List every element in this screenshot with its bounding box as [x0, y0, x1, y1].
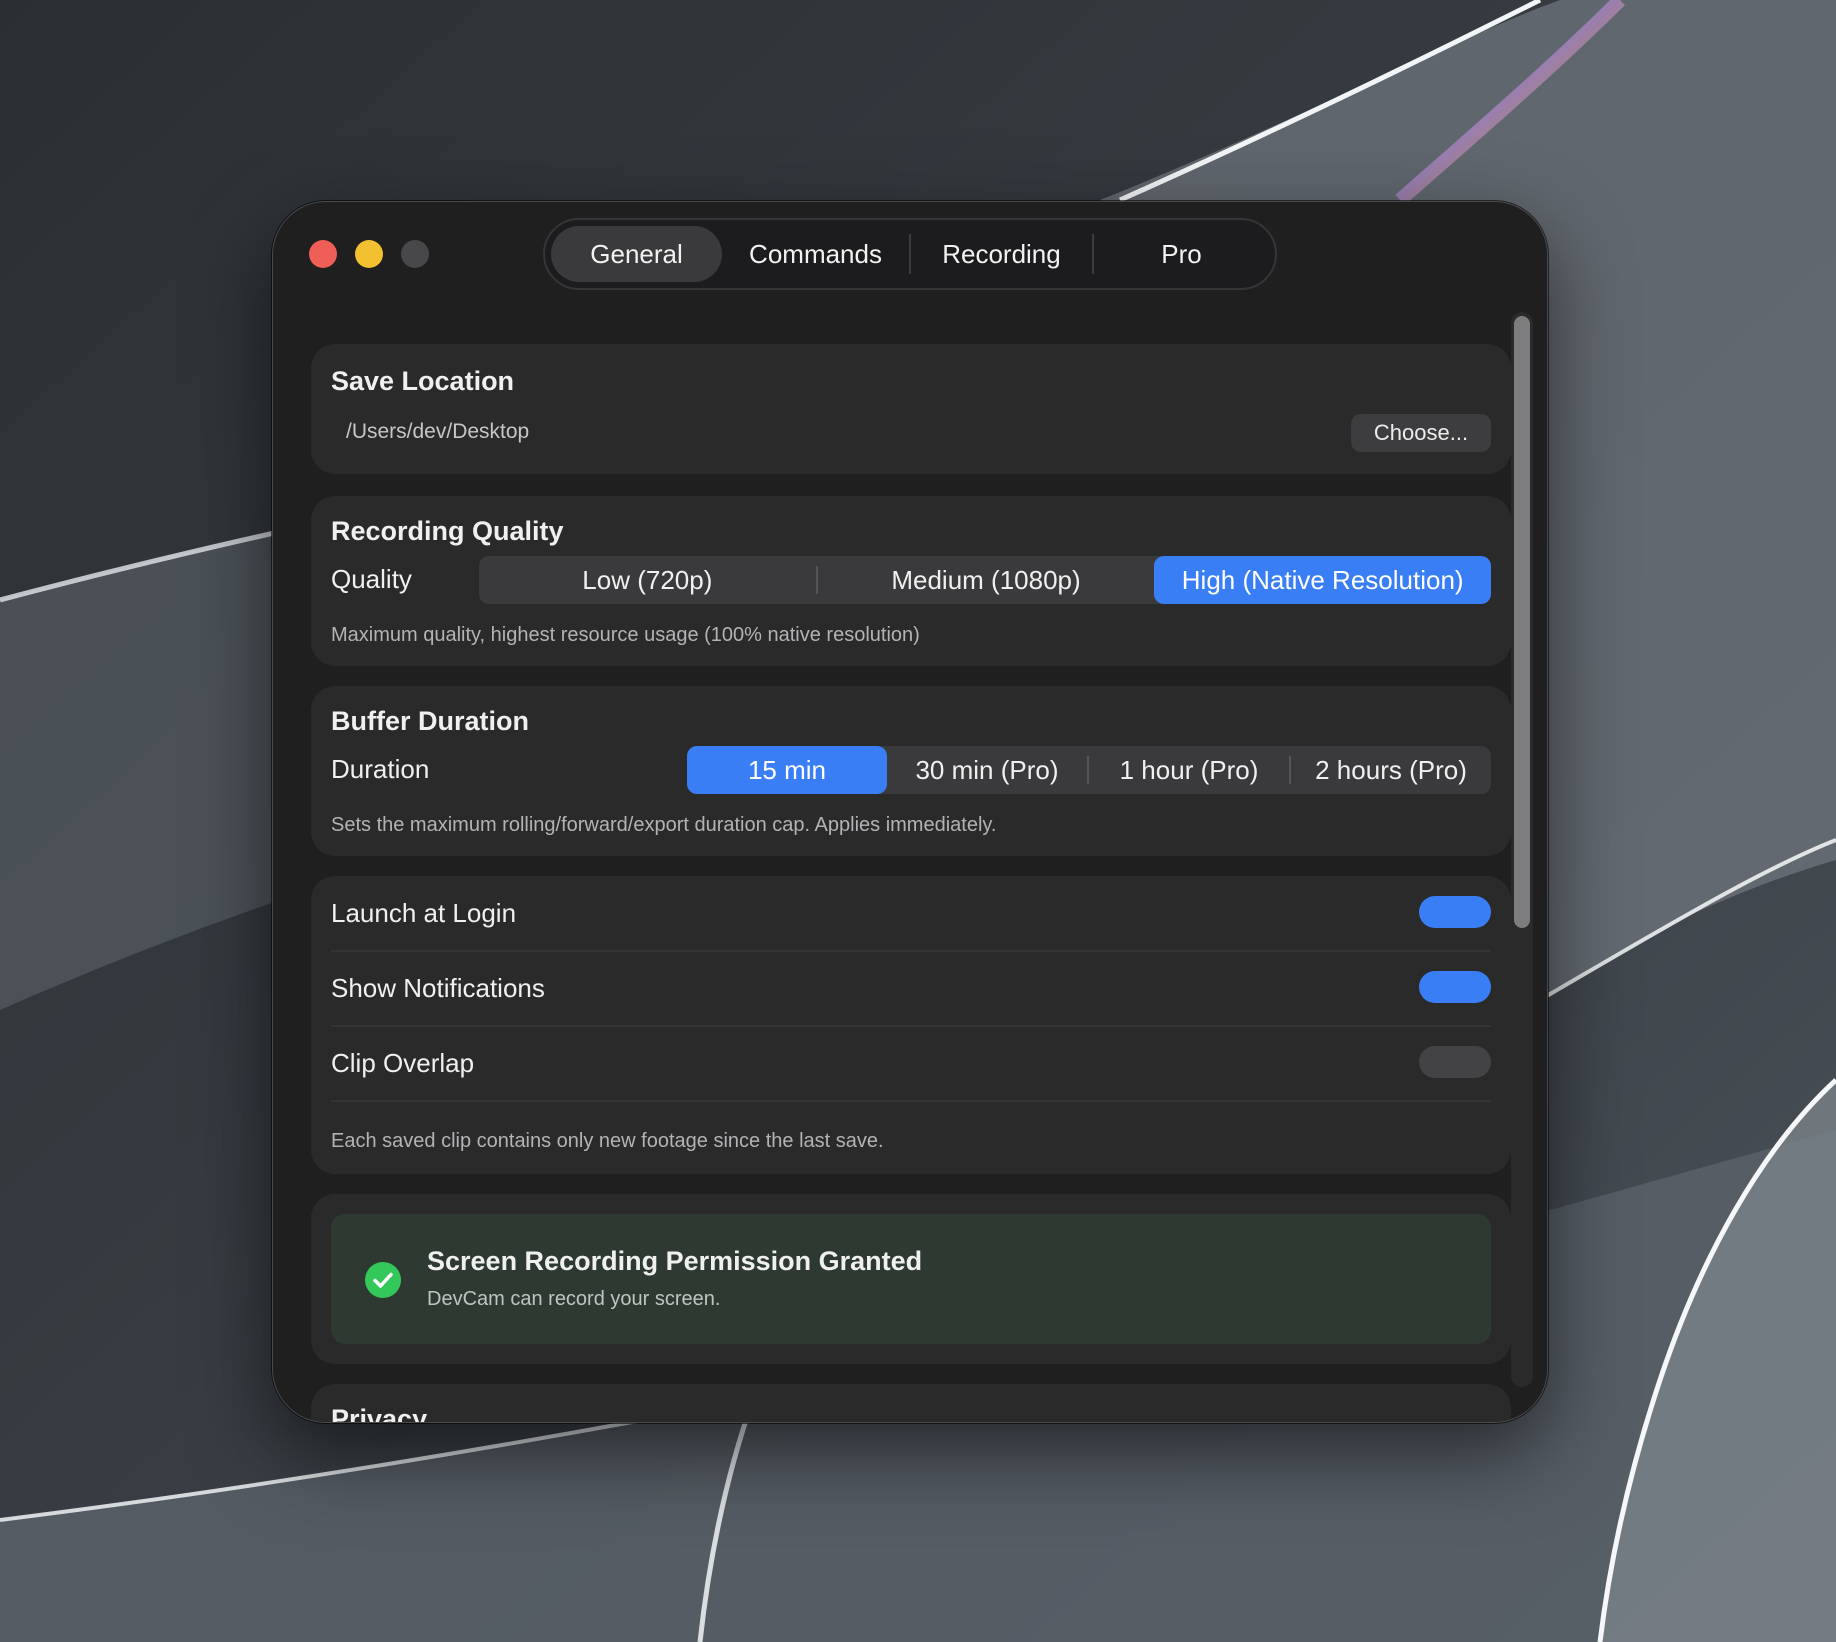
save-location-title: Save Location — [331, 366, 515, 396]
tab-pro[interactable]: Pro — [1094, 226, 1269, 282]
general-toggles-card: Launch at Login Show Notifications Clip … — [311, 876, 1511, 1174]
buffer-duration-card: Buffer Duration Duration 15 min 30 min (… — [311, 686, 1511, 856]
duration-option-1hour[interactable]: 1 hour (Pro) — [1089, 746, 1289, 794]
close-window-button[interactable] — [309, 240, 337, 268]
scrollbar-thumb[interactable] — [1514, 316, 1530, 928]
choose-folder-button[interactable]: Choose... — [1351, 414, 1491, 452]
window-controls — [309, 240, 429, 268]
row-divider — [331, 1025, 1491, 1027]
show-notifications-label: Show Notifications — [331, 973, 545, 1003]
duration-option-15min[interactable]: 15 min — [687, 746, 887, 794]
permission-title: Screen Recording Permission Granted — [427, 1246, 923, 1276]
save-location-card: Save Location /Users/dev/Desktop Choose.… — [311, 344, 1511, 474]
launch-at-login-label: Launch at Login — [331, 898, 517, 928]
tab-recording[interactable]: Recording — [911, 226, 1092, 282]
checkmark-circle-icon — [365, 1262, 401, 1298]
settings-window: General Commands Recording Pro Save Loca… — [272, 201, 1548, 1423]
clip-overlap-toggle[interactable] — [1419, 1046, 1491, 1078]
permission-subtitle: DevCam can record your screen. — [427, 1288, 721, 1310]
quality-option-low[interactable]: Low (720p) — [479, 556, 816, 604]
duration-label: Duration — [331, 754, 430, 784]
tab-commands[interactable]: Commands — [722, 226, 909, 282]
permission-status-banner: Screen Recording Permission Granted DevC… — [331, 1214, 1491, 1344]
duration-option-2hours[interactable]: 2 hours (Pro) — [1291, 746, 1491, 794]
minimize-window-button[interactable] — [355, 240, 383, 268]
show-notifications-toggle[interactable] — [1419, 971, 1491, 1003]
launch-at-login-toggle[interactable] — [1419, 896, 1491, 928]
recording-quality-title: Recording Quality — [331, 516, 564, 546]
save-location-path: /Users/dev/Desktop — [346, 420, 530, 443]
tab-bar: General Commands Recording Pro — [543, 218, 1277, 290]
buffer-duration-title: Buffer Duration — [331, 706, 529, 736]
privacy-title: Privacy — [331, 1404, 428, 1423]
quality-segmented-control: Low (720p) Medium (1080p) High (Native R… — [479, 556, 1492, 604]
quality-option-high[interactable]: High (Native Resolution) — [1154, 556, 1492, 604]
recording-quality-card: Recording Quality Quality Low (720p) Med… — [311, 496, 1511, 666]
row-divider — [331, 950, 1491, 952]
tab-general[interactable]: General — [551, 226, 723, 282]
quality-label: Quality — [331, 564, 412, 594]
zoom-window-button[interactable] — [401, 240, 429, 268]
quality-caption: Maximum quality, highest resource usage … — [331, 624, 920, 646]
privacy-card: Privacy — [311, 1384, 1511, 1423]
duration-caption: Sets the maximum rolling/forward/export … — [331, 814, 997, 836]
clip-overlap-label: Clip Overlap — [331, 1048, 475, 1078]
permission-card: Screen Recording Permission Granted DevC… — [311, 1194, 1511, 1364]
row-divider — [331, 1100, 1491, 1102]
duration-segmented-control: 15 min 30 min (Pro) 1 hour (Pro) 2 hours… — [687, 746, 1491, 794]
duration-option-30min[interactable]: 30 min (Pro) — [887, 746, 1087, 794]
clip-overlap-caption: Each saved clip contains only new footag… — [331, 1130, 884, 1152]
vertical-scrollbar[interactable] — [1511, 312, 1533, 1387]
quality-option-medium[interactable]: Medium (1080p) — [818, 556, 1155, 604]
